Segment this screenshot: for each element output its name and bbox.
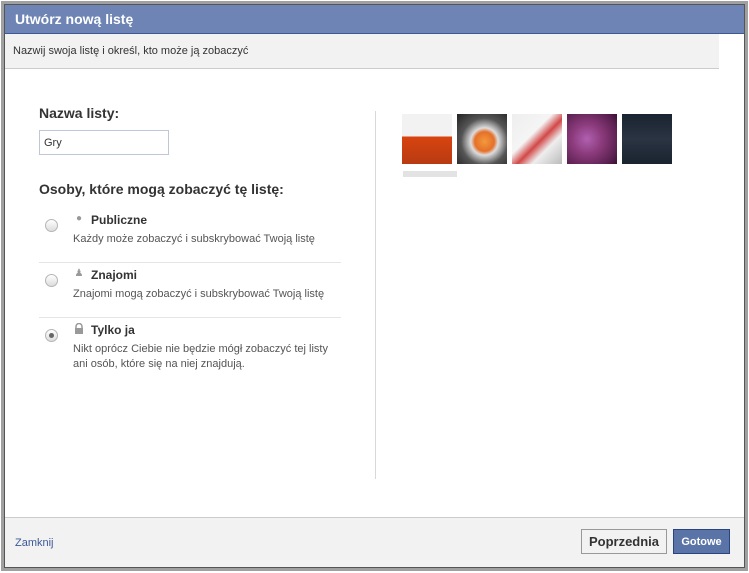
radio-public[interactable]: [45, 219, 58, 232]
member-thumbnail[interactable]: [512, 114, 562, 164]
member-thumbnail[interactable]: [402, 114, 452, 164]
option-public-title: Publiczne: [91, 213, 148, 227]
friends-icon: ♟: [74, 268, 84, 279]
option-only-me[interactable]: Tylko ja Nikt oprócz Ciebie nie będzie m…: [39, 322, 341, 383]
dialog-subtitle: Nazwij swoja listę i określ, kto może ją…: [5, 34, 719, 69]
member-thumbnail[interactable]: [622, 114, 672, 164]
option-friends-desc: Znajomi mogą zobaczyć i subskrybować Two…: [73, 288, 325, 300]
column-divider: [375, 111, 376, 479]
radio-friends[interactable]: [45, 274, 58, 287]
option-public[interactable]: ● Publiczne Każdy może zobaczyć i subskr…: [39, 213, 341, 263]
globe-icon: ●: [75, 213, 83, 224]
option-public-desc: Każdy może zobaczyć i subskrybować Twoją…: [73, 233, 315, 245]
list-name-input[interactable]: [39, 130, 169, 155]
visibility-label: Osoby, które mogą zobaczyć tę listę:: [39, 181, 284, 197]
option-only-me-title: Tylko ja: [91, 323, 135, 337]
lock-icon: [73, 322, 85, 335]
close-link[interactable]: Zamknij: [15, 537, 54, 549]
option-only-me-desc: Nikt oprócz Ciebie nie będzie mógł zobac…: [73, 343, 328, 370]
option-friends-title: Znajomi: [91, 268, 138, 282]
list-name-label: Nazwa listy:: [39, 105, 120, 121]
member-thumbnail[interactable]: [567, 114, 617, 164]
previous-button[interactable]: Poprzednia: [581, 529, 667, 554]
dialog-footer: Zamknij Poprzednia Gotowe: [5, 517, 744, 567]
list-name-section: Nazwa listy:: [39, 105, 341, 155]
member-caption-blurred: [403, 171, 457, 177]
radio-only-me[interactable]: [45, 329, 58, 342]
done-button[interactable]: Gotowe: [673, 529, 730, 554]
dialog-title: Utwórz nową listę: [5, 5, 744, 34]
create-list-dialog: Utwórz nową listę Nazwij swoja listę i o…: [4, 4, 745, 568]
option-friends[interactable]: ♟ Znajomi Znajomi mogą zobaczyć i subskr…: [39, 268, 341, 318]
member-thumbnail[interactable]: [457, 114, 507, 164]
